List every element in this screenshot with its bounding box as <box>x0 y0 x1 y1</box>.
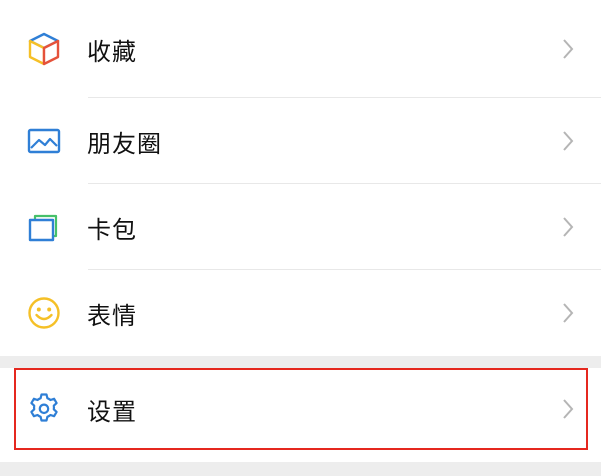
smiley-emoji-icon <box>26 295 62 331</box>
chevron-right-icon <box>561 129 575 153</box>
chevron-right-icon <box>561 37 575 61</box>
menu-item-favorites[interactable]: 收藏 <box>0 0 601 98</box>
section-gap <box>0 356 601 368</box>
menu-item-label: 收藏 <box>87 37 137 66</box>
menu-item-stickers[interactable]: 表情 <box>0 270 601 356</box>
menu-item-label: 朋友圈 <box>87 129 162 158</box>
menu-group: 收藏 朋友圈 卡包 表情 <box>0 0 601 356</box>
menu-item-label: 卡包 <box>87 215 137 244</box>
menu-item-label: 表情 <box>87 301 137 330</box>
settings-group: 设置 <box>0 368 601 462</box>
favorites-cube-icon <box>26 31 62 67</box>
menu-item-moments[interactable]: 朋友圈 <box>0 98 601 184</box>
highlight-box <box>14 368 588 450</box>
chevron-right-icon <box>561 301 575 325</box>
moments-photo-icon <box>26 123 62 159</box>
card-wallet-icon <box>26 209 62 245</box>
menu-item-card-wallet[interactable]: 卡包 <box>0 184 601 270</box>
bottom-spacer <box>0 462 601 476</box>
chevron-right-icon <box>561 215 575 239</box>
